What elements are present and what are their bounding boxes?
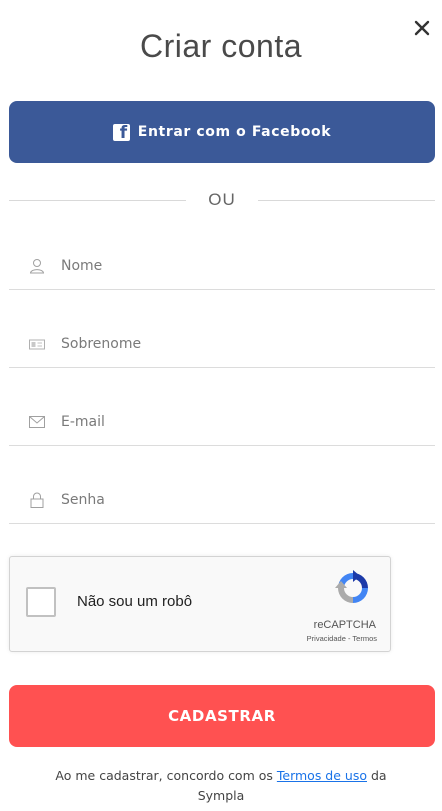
recaptcha-widget: Não sou um robô reCAPTCHA Privacidade - … [9, 556, 391, 652]
facebook-login-button[interactable]: f Entrar com o Facebook [9, 101, 435, 163]
nome-input[interactable] [61, 258, 435, 274]
nome-field[interactable] [9, 243, 435, 290]
recaptcha-checkbox[interactable] [26, 587, 56, 617]
divider-label: OU [208, 190, 236, 209]
sobrenome-field[interactable] [9, 321, 435, 368]
id-card-icon [27, 334, 47, 354]
recaptcha-privacy-link[interactable]: Privacidade [307, 634, 346, 643]
terms-of-use-link[interactable]: Termos de uso [277, 768, 367, 783]
cadastrar-button[interactable]: CADASTRAR [9, 685, 435, 747]
recaptcha-label: Não sou um robô [77, 593, 193, 610]
terms-text-brand: Sympla [197, 788, 245, 803]
email-input[interactable] [61, 414, 435, 430]
facebook-icon: f [112, 123, 130, 141]
recaptcha-links: Privacidade - Termos [307, 634, 377, 643]
terms-text-after: da [367, 768, 387, 783]
divider-line-right [257, 199, 435, 201]
or-divider: OU [9, 182, 435, 218]
envelope-icon [27, 412, 47, 432]
recaptcha-brand: reCAPTCHA [313, 619, 376, 631]
lock-icon [27, 490, 47, 510]
divider-line-left [9, 199, 187, 201]
terms-text-before: Ao me cadastrar, concordo com os [55, 768, 277, 783]
recaptcha-terms-link[interactable]: Termos [352, 634, 377, 643]
page-title: Criar conta [140, 28, 302, 64]
email-field[interactable] [9, 399, 435, 446]
senha-field[interactable] [9, 477, 435, 524]
facebook-login-label: Entrar com o Facebook [137, 124, 332, 140]
senha-input[interactable] [61, 492, 435, 508]
sobrenome-input[interactable] [61, 336, 435, 352]
recaptcha-logo-icon [335, 570, 368, 603]
user-icon [27, 256, 47, 276]
terms-notice: Ao me cadastrar, concordo com os Termos … [0, 766, 442, 806]
